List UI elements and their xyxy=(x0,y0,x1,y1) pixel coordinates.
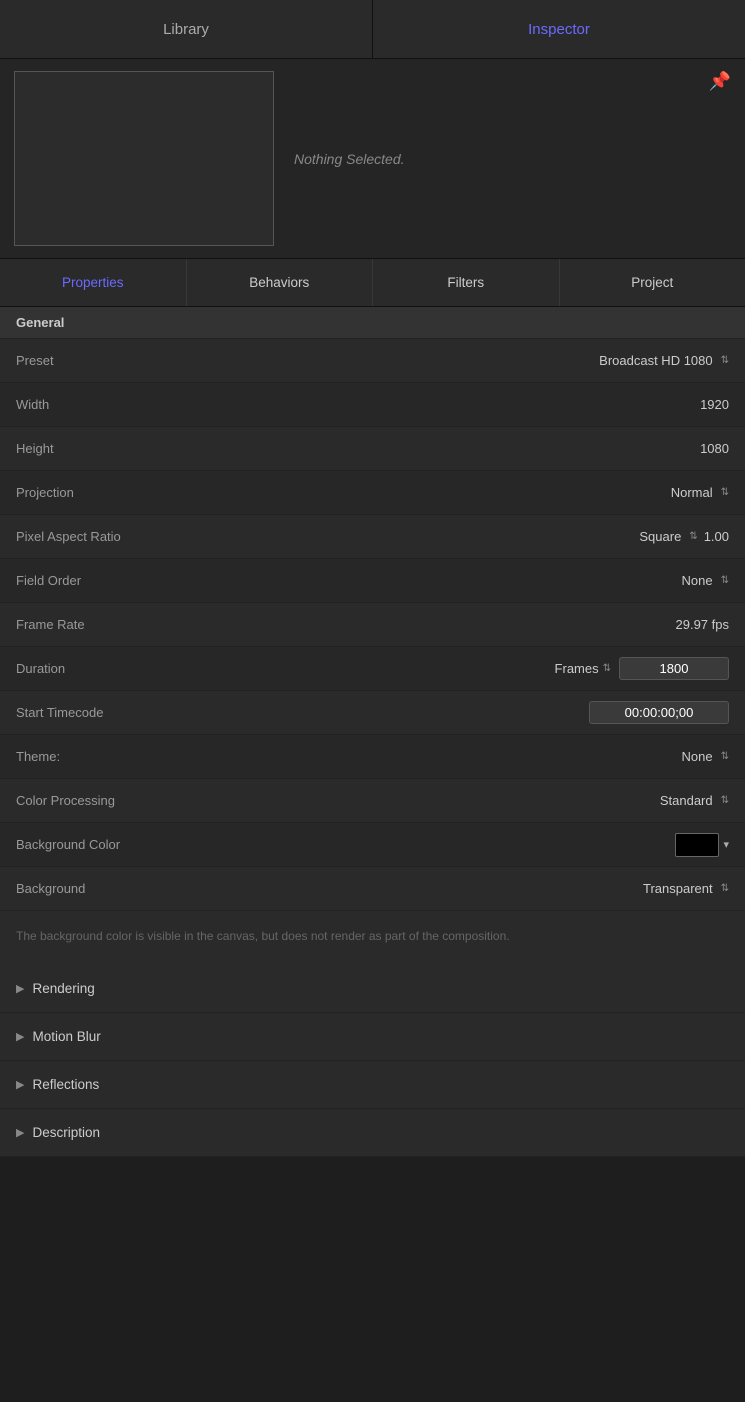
row-field-order: Field Order None ⇅ xyxy=(0,559,745,603)
background-color-dropdown[interactable]: ▾ xyxy=(723,838,729,851)
row-theme: Theme: None ⇅ xyxy=(0,735,745,779)
label-background: Background xyxy=(16,881,176,896)
value-theme: None ⇅ xyxy=(176,749,729,764)
section-rendering[interactable]: ▶ Rendering xyxy=(0,965,745,1013)
projection-stepper[interactable]: ⇅ xyxy=(721,487,729,498)
duration-unit-select[interactable]: Frames ⇅ xyxy=(555,661,611,676)
label-duration: Duration xyxy=(16,661,176,676)
field-order-stepper[interactable]: ⇅ xyxy=(721,575,729,586)
value-pixel-aspect-ratio: Square ⇅ 1.00 xyxy=(176,529,729,544)
value-duration: Frames ⇅ xyxy=(176,657,729,680)
label-background-color: Background Color xyxy=(16,837,176,852)
par-stepper[interactable]: ⇅ xyxy=(689,531,697,542)
reflections-arrow: ▶ xyxy=(16,1078,24,1091)
color-processing-stepper[interactable]: ⇅ xyxy=(721,795,729,806)
value-height: 1080 xyxy=(176,441,729,456)
row-frame-rate: Frame Rate 29.97 fps xyxy=(0,603,745,647)
tab-behaviors[interactable]: Behaviors xyxy=(187,259,374,306)
background-info-text: The background color is visible in the c… xyxy=(0,911,745,965)
preview-thumbnail xyxy=(14,71,274,246)
label-preset: Preset xyxy=(16,353,176,368)
par-value: Square ⇅ 1.00 xyxy=(639,529,729,544)
section-description[interactable]: ▶ Description xyxy=(0,1109,745,1157)
label-width: Width xyxy=(16,397,176,412)
label-pixel-aspect-ratio: Pixel Aspect Ratio xyxy=(16,529,176,544)
description-label: Description xyxy=(32,1125,100,1140)
properties-table: Preset Broadcast HD 1080 ⇅ Width 1920 He… xyxy=(0,339,745,965)
label-height: Height xyxy=(16,441,176,456)
row-background-color: Background Color ▾ xyxy=(0,823,745,867)
background-color-swatch[interactable] xyxy=(675,833,719,857)
value-width: 1920 xyxy=(176,397,729,412)
main-tab-bar: Library Inspector xyxy=(0,0,745,59)
tab-properties[interactable]: Properties xyxy=(0,259,187,306)
row-background: Background Transparent ⇅ xyxy=(0,867,745,911)
description-arrow: ▶ xyxy=(16,1126,24,1139)
rendering-arrow: ▶ xyxy=(16,982,24,995)
tab-library[interactable]: Library xyxy=(0,0,373,58)
rendering-label: Rendering xyxy=(32,981,94,996)
reflections-label: Reflections xyxy=(32,1077,99,1092)
row-width: Width 1920 xyxy=(0,383,745,427)
label-start-timecode: Start Timecode xyxy=(16,705,176,720)
row-projection: Projection Normal ⇅ xyxy=(0,471,745,515)
preview-area: Nothing Selected. 📌 xyxy=(0,59,745,259)
pin-icon[interactable]: 📌 xyxy=(709,71,731,92)
theme-stepper[interactable]: ⇅ xyxy=(721,751,729,762)
color-swatch-container: ▾ xyxy=(675,833,729,857)
preset-stepper[interactable]: ⇅ xyxy=(721,355,729,366)
tab-inspector[interactable]: Inspector xyxy=(373,0,745,58)
value-frame-rate: 29.97 fps xyxy=(176,617,729,632)
row-preset: Preset Broadcast HD 1080 ⇅ xyxy=(0,339,745,383)
value-preset: Broadcast HD 1080 ⇅ xyxy=(176,353,729,368)
value-color-processing: Standard ⇅ xyxy=(176,793,729,808)
value-start-timecode xyxy=(176,701,729,724)
label-projection: Projection xyxy=(16,485,176,500)
value-projection: Normal ⇅ xyxy=(176,485,729,500)
row-duration: Duration Frames ⇅ xyxy=(0,647,745,691)
value-background: Transparent ⇅ xyxy=(176,881,729,896)
duration-unit-stepper[interactable]: ⇅ xyxy=(603,663,611,674)
motion-blur-label: Motion Blur xyxy=(32,1029,100,1044)
row-color-processing: Color Processing Standard ⇅ xyxy=(0,779,745,823)
sub-tab-bar: Properties Behaviors Filters Project xyxy=(0,259,745,307)
section-motion-blur[interactable]: ▶ Motion Blur xyxy=(0,1013,745,1061)
value-background-color: ▾ xyxy=(176,833,729,857)
general-section-header: General xyxy=(0,307,745,339)
label-theme: Theme: xyxy=(16,749,176,764)
label-field-order: Field Order xyxy=(16,573,176,588)
tab-project[interactable]: Project xyxy=(560,259,745,306)
label-color-processing: Color Processing xyxy=(16,793,176,808)
tab-filters[interactable]: Filters xyxy=(373,259,560,306)
start-timecode-input[interactable] xyxy=(589,701,729,724)
row-height: Height 1080 xyxy=(0,427,745,471)
row-start-timecode: Start Timecode xyxy=(0,691,745,735)
duration-inline: Frames ⇅ xyxy=(555,657,729,680)
section-reflections[interactable]: ▶ Reflections xyxy=(0,1061,745,1109)
value-field-order: None ⇅ xyxy=(176,573,729,588)
background-stepper[interactable]: ⇅ xyxy=(721,883,729,894)
preview-nothing-selected: Nothing Selected. xyxy=(294,151,405,167)
motion-blur-arrow: ▶ xyxy=(16,1030,24,1043)
duration-input[interactable] xyxy=(619,657,729,680)
row-pixel-aspect-ratio: Pixel Aspect Ratio Square ⇅ 1.00 xyxy=(0,515,745,559)
label-frame-rate: Frame Rate xyxy=(16,617,176,632)
